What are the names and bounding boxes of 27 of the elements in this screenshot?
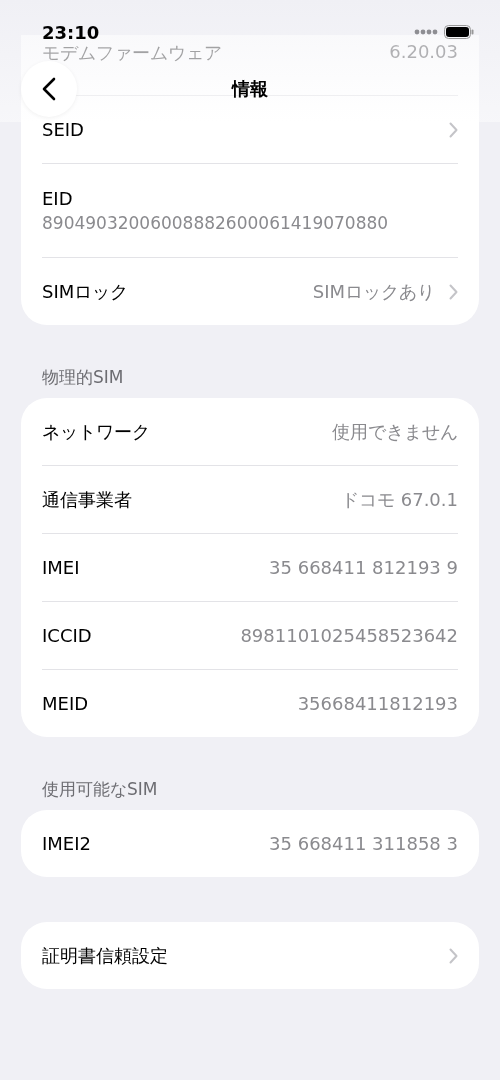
row-value: 35668411812193	[297, 693, 458, 714]
row-label: EID	[42, 188, 73, 209]
row-label[interactable]: 証明書信頼設定	[42, 943, 168, 968]
row-value: 8981101025458523642	[240, 625, 458, 646]
row-value: 89049032006008882600061419070880	[42, 213, 389, 233]
status-time: 23:10	[42, 21, 100, 43]
section-header: 物理的SIM	[41, 366, 125, 389]
row-value: 35 668411 812193 9	[269, 557, 458, 578]
signal-icon	[414, 29, 438, 35]
row-value: 6.20.03	[389, 41, 458, 62]
row-value: ドコモ 67.0.1	[341, 487, 458, 512]
row-value: 使用できません	[332, 419, 458, 444]
row-label: IMEI	[42, 557, 80, 578]
row-label[interactable]: SEID	[42, 119, 84, 140]
row-label: モデムファームウェア	[42, 41, 222, 65]
row-label: ネットワーク	[42, 419, 150, 444]
back-icon	[42, 77, 56, 101]
battery-icon	[444, 25, 474, 39]
section-header: 使用可能なSIM	[41, 778, 159, 801]
row-label[interactable]: SIMロック	[42, 279, 129, 304]
row-label: MEID	[42, 693, 89, 714]
row-value: 35 668411 311858 3	[269, 833, 458, 854]
row-label: ICCID	[42, 625, 92, 646]
row-value: SIMロックあり	[312, 279, 435, 304]
nav-title: 情報	[232, 77, 268, 101]
row-label: IMEI2	[42, 833, 91, 854]
row-label: 通信事業者	[42, 487, 132, 512]
